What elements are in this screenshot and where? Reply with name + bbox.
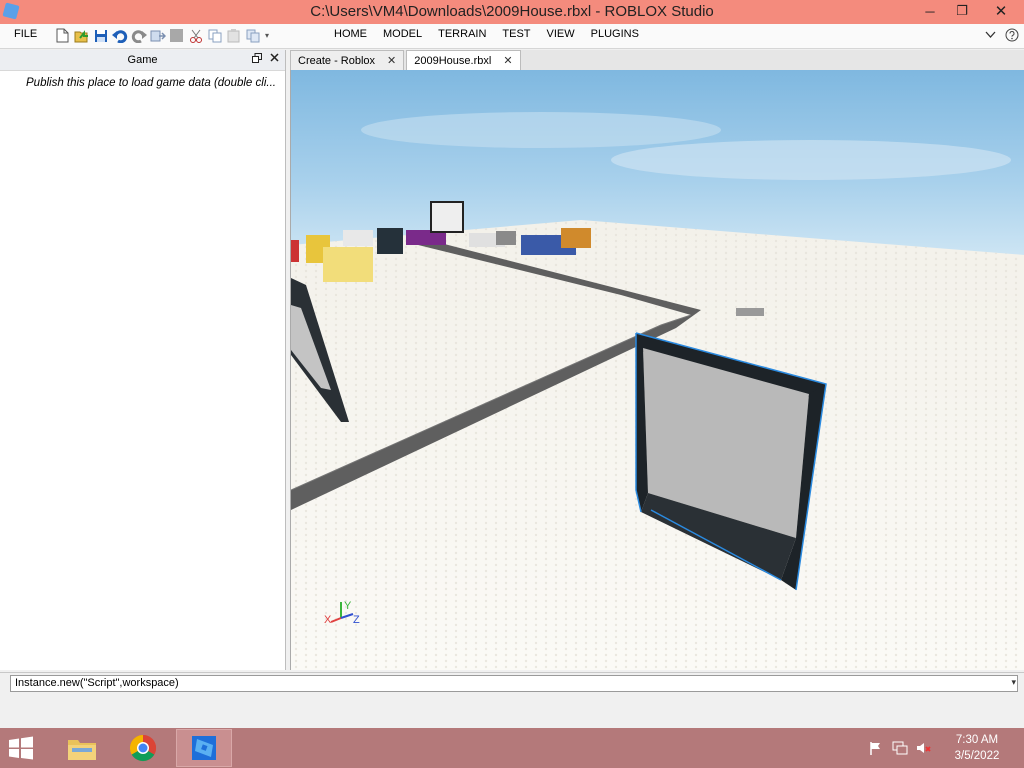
3d-viewport[interactable]: X Y Z [290,70,1024,670]
publish-icon[interactable] [149,27,166,44]
command-history-dropdown-icon[interactable]: ▾ [1011,677,1016,688]
title-bar: C:\Users\VM4\Downloads\2009House.rbxl - … [0,0,1024,24]
game-panel-title: Game [127,54,158,66]
axis-x-label: X [324,614,332,626]
save-icon[interactable] [92,27,109,44]
publish-message[interactable]: Publish this place to load game data (do… [0,71,285,89]
collapse-ribbon-icon[interactable] [982,27,998,43]
taskbar: 7:30 AM 3/5/2022 [0,728,1024,768]
tab-2009house[interactable]: 2009House.rbxl ✕ [406,50,521,70]
help-icon[interactable] [1004,27,1020,43]
chrome-icon [129,734,157,762]
tab-label: 2009House.rbxl [414,54,492,67]
new-file-icon[interactable] [54,27,71,44]
ribbon-menubar: FILE ▾ HOME MODEL TERRAIN TEST VIEW PLUG… [0,24,1024,49]
minimize-button[interactable]: ─ [914,0,946,22]
float-panel-icon[interactable] [252,53,262,66]
undo-icon[interactable] [111,27,128,44]
duplicate-icon[interactable] [244,27,261,44]
flag-icon[interactable] [866,739,886,757]
axis-z-label: Z [353,614,360,626]
tab-model[interactable]: MODEL [375,28,430,40]
customize-toolbar-icon[interactable]: ▾ [263,27,271,44]
tab-plugins[interactable]: PLUGINS [583,28,647,40]
roblox-studio-taskbar-icon [192,736,216,760]
network-icon[interactable] [890,739,910,757]
tab-label: Create - Roblox [298,54,376,67]
clock[interactable]: 7:30 AM 3/5/2022 [938,732,1016,764]
file-menu[interactable]: FILE [14,28,37,40]
game-panel: Game Publish this place to load game dat… [0,50,286,670]
roblox-studio-taskbar-button[interactable] [176,729,232,767]
tab-test[interactable]: TEST [494,28,538,40]
tab-home[interactable]: HOME [326,28,375,40]
copy-icon[interactable] [206,27,223,44]
ribbon-tabs: HOME MODEL TERRAIN TEST VIEW PLUGINS [326,28,647,40]
command-bar: ▾ [0,672,1024,729]
scene-render[interactable]: X Y Z [291,70,1024,670]
axis-y-label: Y [344,600,352,612]
cut-icon[interactable] [187,27,204,44]
close-tab-icon[interactable]: ✕ [387,54,396,67]
quick-access-toolbar: ▾ [54,27,271,44]
stop-icon[interactable] [168,27,185,44]
window-controls: ─ ❐ ✕ [914,0,1024,22]
system-tray: 7:30 AM 3/5/2022 [866,728,1024,768]
restore-button[interactable]: ❐ [946,0,978,22]
ribbon-right-controls [982,27,1020,43]
folder-icon [68,740,96,760]
file-explorer-taskbar-button[interactable] [54,729,110,767]
open-file-icon[interactable] [73,27,90,44]
window-title: C:\Users\VM4\Downloads\2009House.rbxl - … [310,3,714,20]
clock-time: 7:30 AM [955,734,999,746]
tab-terrain[interactable]: TERRAIN [430,28,494,40]
close-tab-icon[interactable]: ✕ [503,54,512,67]
game-panel-header: Game [0,50,285,71]
clock-date: 3/5/2022 [954,750,1000,762]
close-button[interactable]: ✕ [978,0,1024,22]
command-input[interactable] [10,675,1018,692]
close-panel-icon[interactable] [270,53,279,66]
windows-logo-icon [9,736,33,760]
tab-view[interactable]: VIEW [539,28,583,40]
tab-create-roblox[interactable]: Create - Roblox ✕ [290,50,405,70]
volume-muted-icon[interactable] [914,739,934,757]
chrome-taskbar-button[interactable] [115,729,171,767]
document-tabs: Create - Roblox ✕ 2009House.rbxl ✕ [290,50,1024,70]
paste-icon[interactable] [225,27,242,44]
redo-icon[interactable] [130,27,147,44]
windows-start-button[interactable] [6,735,38,761]
